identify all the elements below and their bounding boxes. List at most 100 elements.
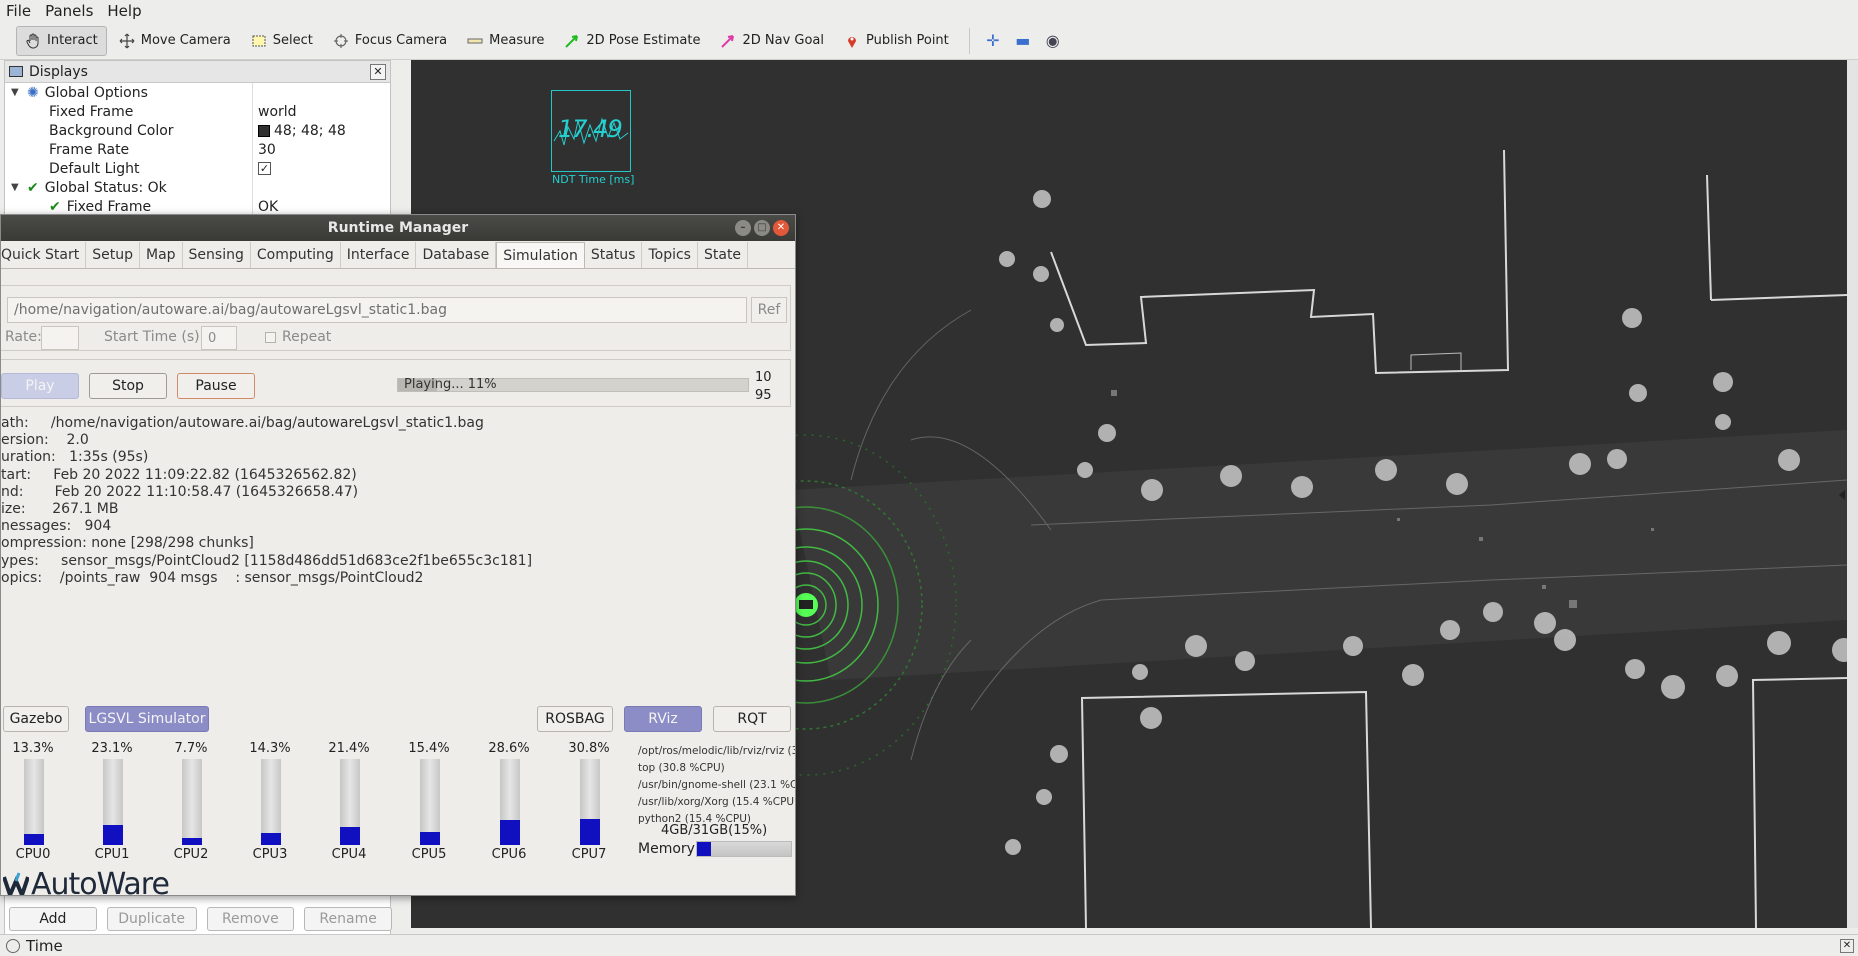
info-types: ypes: sensor_msgs/PointCloud2 [1158d486d… [1, 552, 533, 569]
cpu-meter: 14.3% CPU3 [240, 741, 300, 862]
publish-point-label: Publish Point [866, 33, 949, 48]
tab-quick-start[interactable]: Quick Start [1, 242, 87, 268]
color-swatch[interactable] [258, 124, 270, 137]
close-icon[interactable]: ✕ [370, 63, 386, 80]
gazebo-button[interactable]: Gazebo [3, 706, 69, 732]
displays-button-bar: Add Duplicate Remove Rename [5, 899, 392, 939]
tree-row-default-light[interactable]: Default Light ✓ [5, 159, 390, 178]
default-light-checkbox[interactable]: ✓ [258, 162, 271, 175]
cpu-bar-fill [580, 818, 600, 845]
tree-row-global-status[interactable]: ▼ ✔ Global Status: Ok [5, 178, 390, 197]
stop-button[interactable]: Stop [89, 373, 167, 399]
select-icon [251, 33, 267, 49]
rate-input[interactable] [41, 326, 79, 350]
displays-title: Displays [29, 63, 88, 80]
cpu-percent: 13.3% [12, 741, 54, 756]
tree-row-background-color[interactable]: Background Color 48; 48; 48 [5, 121, 390, 140]
cpu-percent: 30.8% [568, 741, 610, 756]
runtime-manager-titlebar[interactable]: Runtime Manager – □ ✕ [1, 215, 795, 241]
close-icon[interactable]: ✕ [1840, 938, 1854, 953]
cpu-percent: 7.7% [174, 741, 208, 756]
background-color-value[interactable]: 48; 48; 48 [274, 123, 346, 139]
menu-panels[interactable]: Panels [45, 2, 93, 20]
tab-status[interactable]: Status [585, 242, 643, 268]
tree-row-global-options[interactable]: ▼ ✺ Global Options [5, 83, 390, 102]
tab-topics[interactable]: Topics [642, 242, 698, 268]
tab-state[interactable]: State [698, 242, 749, 268]
rename-display-button[interactable]: Rename [304, 907, 392, 931]
runtime-manager-tabs: Quick Start Setup Map Sensing Computing … [1, 241, 795, 269]
fixed-frame-value[interactable]: world [258, 104, 297, 120]
minus-icon: ▬ [1015, 31, 1031, 50]
measure-label: Measure [489, 33, 545, 48]
ref-button[interactable]: Ref [751, 297, 787, 323]
tab-sensing[interactable]: Sensing [183, 242, 251, 268]
start-time-input[interactable]: 0 [201, 326, 237, 350]
tab-database[interactable]: Database [416, 242, 497, 268]
add-display-button[interactable]: Add [9, 907, 97, 931]
cpu-bar-fill [24, 833, 44, 845]
interact-tool-button[interactable]: Interact [16, 25, 107, 56]
ruler-icon [467, 33, 483, 49]
time-panel-title: Time [26, 936, 63, 955]
panel-collapse-handle[interactable] [1839, 490, 1845, 500]
chevron-down-icon[interactable]: ▼ [11, 87, 23, 98]
add-tool-button[interactable]: ✛ [978, 26, 1008, 56]
select-label: Select [272, 33, 313, 48]
cpu-percent: 21.4% [328, 741, 370, 756]
autoware-logo: AutoWare [2, 867, 170, 895]
move-camera-tool-button[interactable]: Move Camera [111, 26, 239, 56]
cpu-bar [340, 759, 360, 845]
cpu-bar-fill [261, 832, 281, 845]
tab-setup[interactable]: Setup [86, 242, 140, 268]
play-button[interactable]: Play [1, 373, 79, 399]
select-tool-button[interactable]: Select [243, 26, 321, 56]
tree-row-frame-rate[interactable]: Frame Rate 30 [5, 140, 390, 159]
tab-interface[interactable]: Interface [341, 242, 417, 268]
map-pin-icon [844, 33, 860, 49]
rosbag-button[interactable]: ROSBAG [537, 706, 613, 732]
tab-computing[interactable]: Computing [251, 242, 341, 268]
ndt-time-label: NDT Time [ms] [552, 173, 635, 186]
tree-row-fixed-frame[interactable]: Fixed Frame world [5, 102, 390, 121]
cpu-bar [580, 759, 600, 845]
frame-rate-value[interactable]: 30 [258, 142, 276, 158]
minimize-icon[interactable]: – [735, 220, 751, 236]
remove-tool-button[interactable]: ▬ [1008, 26, 1038, 56]
time-panel: Time ✕ [0, 934, 1858, 956]
rqt-button[interactable]: RQT [713, 706, 791, 732]
menu-file[interactable]: File [6, 2, 31, 20]
cpu-meter: 28.6% CPU6 [479, 741, 539, 862]
start-time-label: Start Time (s): [104, 329, 205, 345]
move-camera-icon [119, 33, 135, 49]
tab-map[interactable]: Map [140, 242, 183, 268]
publish-point-tool-button[interactable]: Publish Point [836, 26, 957, 56]
cpu-meter: 21.4% CPU4 [319, 741, 379, 862]
duplicate-display-button[interactable]: Duplicate [106, 907, 197, 931]
view-options-button[interactable]: ◉ [1038, 26, 1068, 56]
measure-tool-button[interactable]: Measure [459, 26, 552, 56]
toolbar-separator [968, 27, 970, 54]
remove-display-button[interactable]: Remove [206, 907, 295, 931]
progress-total: 95 [755, 388, 772, 403]
lgsvl-simulator-button[interactable]: LGSVL Simulator [85, 706, 209, 732]
menu-help[interactable]: Help [107, 2, 141, 20]
cpu-label: CPU6 [491, 847, 527, 862]
rviz-button[interactable]: RViz [624, 706, 702, 732]
maximize-icon[interactable]: □ [754, 220, 770, 236]
cpu-label: CPU2 [173, 847, 209, 862]
focus-camera-tool-button[interactable]: Focus Camera [325, 26, 455, 56]
bag-path-input[interactable]: /home/navigation/autoware.ai/bag/autowar… [7, 297, 747, 323]
cpu-bar [420, 759, 440, 845]
memory-usage-text: 4GB/31GB(15%) [661, 823, 768, 838]
chevron-down-icon[interactable]: ▼ [11, 182, 23, 193]
nav-goal-tool-button[interactable]: 2D Nav Goal [712, 26, 832, 56]
close-icon[interactable]: ✕ [773, 220, 789, 236]
cpu-bar-fill [103, 825, 123, 845]
pause-button[interactable]: Pause [177, 373, 255, 399]
tab-simulation[interactable]: Simulation [496, 242, 585, 268]
pose-estimate-tool-button[interactable]: 2D Pose Estimate [556, 26, 708, 56]
repeat-checkbox[interactable] [265, 332, 276, 343]
process-item: /opt/ros/melodic/lib/rviz/rviz (30. [638, 745, 796, 757]
cpu-percent: 23.1% [91, 741, 133, 756]
